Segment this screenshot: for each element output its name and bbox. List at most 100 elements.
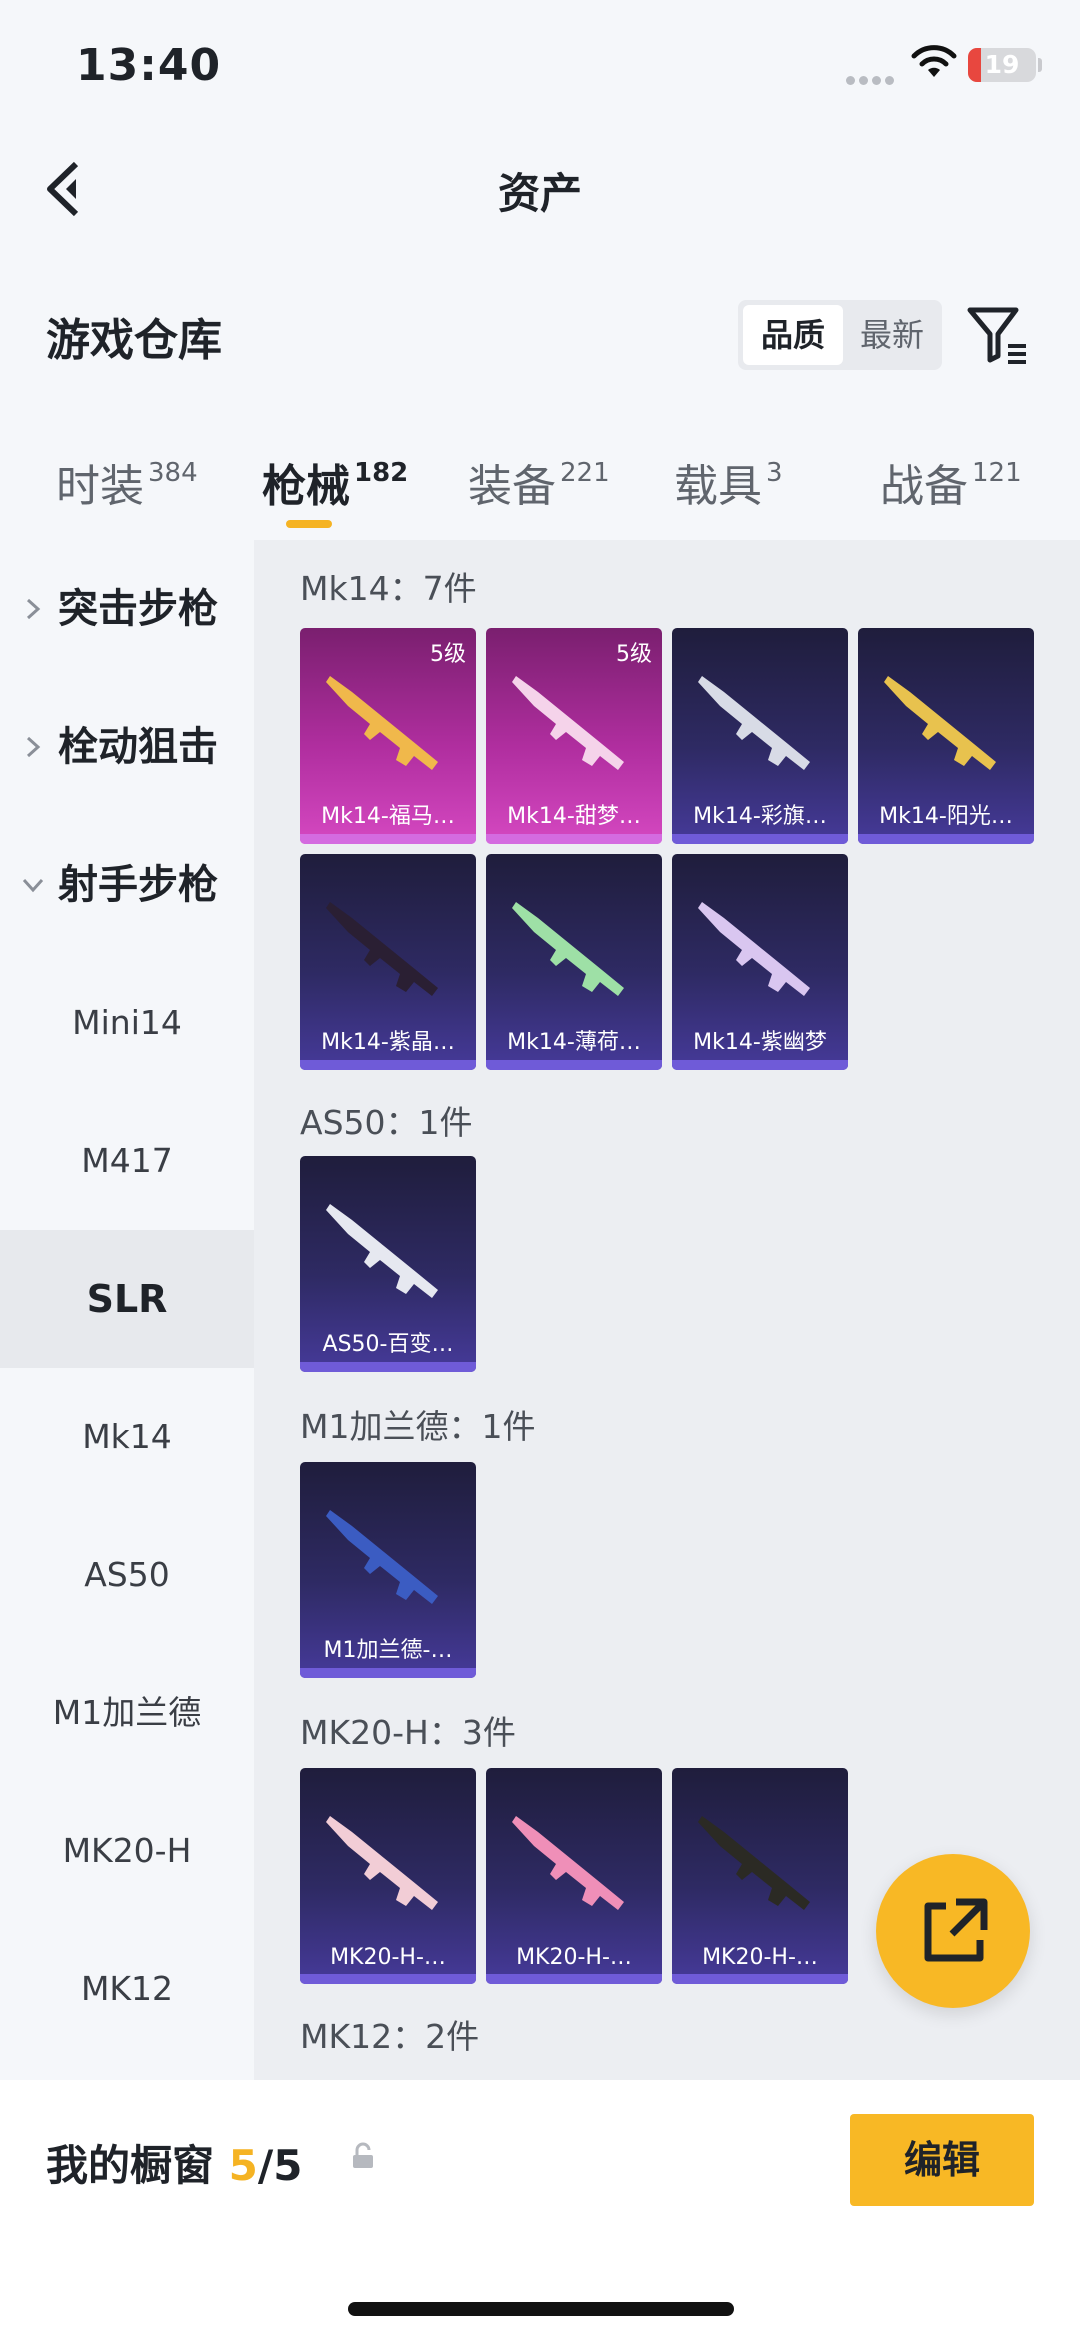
rifle-icon (698, 1816, 810, 1910)
tab-label: 枪械 (262, 461, 350, 512)
group-title-mk14: Mk14：7件 (300, 569, 477, 608)
rifle-icon (512, 676, 624, 770)
chevron-right-icon (26, 736, 41, 758)
showcase-bar: 我的橱窗 5/5 编辑 (0, 2080, 1080, 2339)
warehouse-header: 游戏仓库 品质 最新 (0, 250, 1080, 420)
sidebar-item-label: MK12 (80, 1969, 174, 2008)
skin-card[interactable]: Mk14-薄荷… (486, 854, 662, 1070)
tab-count: 121 (972, 458, 1022, 488)
status-bar: 13:40 19 (0, 0, 1080, 130)
sidebar-item-label: M1加兰德 (52, 1693, 202, 1732)
tab-count: 3 (766, 458, 783, 488)
sidebar-item-slr[interactable]: SLR (0, 1230, 254, 1368)
card-name: M1加兰德-… (323, 1638, 453, 1663)
showcase-total: /5 (257, 2141, 303, 2190)
card-name: Mk14-甜梦… (507, 804, 641, 829)
battery-level: 19 (984, 50, 1020, 79)
tab-label: 战备 (880, 461, 968, 512)
sidebar-item-label: AS50 (84, 1555, 170, 1594)
filter-icon[interactable] (966, 304, 1030, 366)
sidebar-group-label: 射手步枪 (58, 862, 218, 908)
skin-card[interactable]: Mk14-阳光… (858, 628, 1034, 844)
card-name: MK20-H-… (330, 1945, 446, 1970)
share-icon (924, 1898, 988, 1962)
card-name: Mk14-彩旗… (693, 804, 827, 829)
lock-icon (353, 2142, 373, 2168)
sidebar-item-m417[interactable]: M417 (0, 1092, 254, 1230)
rifle-icon (512, 902, 624, 996)
wifi-icon (911, 45, 957, 77)
skin-card[interactable]: MK20-H-… (672, 1768, 848, 1984)
showcase-count: 5 (228, 2141, 258, 2190)
sidebar-item-m1-garand[interactable]: M1加兰德 (0, 1644, 254, 1782)
weapon-type-sidebar: 突击步枪 栓动狙击 射手步枪 Mini14 M417 SLR Mk14 AS50… (0, 540, 254, 2080)
skin-card[interactable]: AS50-百变… (300, 1156, 476, 1372)
tab-count: 221 (560, 458, 610, 488)
tab-count: 384 (148, 458, 198, 488)
skin-card[interactable]: 5级 Mk14-甜梦… (486, 628, 662, 844)
showcase-label: 我的橱窗 (46, 2141, 215, 2190)
card-name: Mk14-薄荷… (507, 1030, 641, 1055)
sidebar-group-marksman[interactable]: 射手步枪 (0, 816, 254, 954)
tab-vehicles[interactable]: 载具 3 (674, 450, 783, 514)
sidebar-item-mk12[interactable]: MK12 (0, 1920, 254, 2058)
showcase-title: 我的橱窗 5/5 (46, 2132, 302, 2193)
card-name: Mk14-紫幽梦 (693, 1030, 827, 1055)
sort-toggle: 品质 最新 (738, 300, 942, 370)
rifle-icon (884, 676, 996, 770)
tab-fashion[interactable]: 时装 384 (56, 450, 198, 514)
sidebar-item-mk14[interactable]: Mk14 (0, 1368, 254, 1506)
skin-card[interactable]: MK20-H-… (486, 1768, 662, 1984)
page-title: 资产 (497, 169, 582, 218)
card-name: Mk14-福马… (321, 804, 455, 829)
card-name: AS50-百变… (322, 1332, 454, 1357)
tab-count: 182 (354, 458, 409, 488)
card-name: Mk14-紫晶… (321, 1030, 455, 1055)
sidebar-item-mk20-h[interactable]: MK20-H (0, 1782, 254, 1920)
tab-label: 装备 (468, 461, 556, 512)
tab-equipment[interactable]: 装备 221 (468, 450, 610, 514)
skin-card[interactable]: M1加兰德-… (300, 1462, 476, 1678)
group-title-mk20-h: MK20-H：3件 (300, 1713, 516, 1752)
skin-card[interactable]: Mk14-紫幽梦 (672, 854, 848, 1070)
sidebar-item-as50[interactable]: AS50 (0, 1506, 254, 1644)
sidebar-group-bolt-sniper[interactable]: 栓动狙击 (0, 678, 254, 816)
rifle-icon (326, 1510, 438, 1604)
tab-firearms[interactable]: 枪械 182 (262, 450, 408, 514)
sidebar-group-assault-rifle[interactable]: 突击步枪 (0, 540, 254, 678)
rifle-icon (698, 676, 810, 770)
status-time: 13:40 (76, 40, 222, 91)
tab-tactical[interactable]: 战备 121 (880, 450, 1022, 514)
sidebar-item-mini14[interactable]: Mini14 (0, 954, 254, 1092)
skin-card[interactable]: Mk14-彩旗… (672, 628, 848, 844)
rifle-icon (326, 676, 438, 770)
skin-card[interactable]: 5级 Mk14-福马… (300, 628, 476, 844)
edit-button[interactable]: 编辑 (850, 2114, 1034, 2206)
warehouse-title: 游戏仓库 (46, 315, 222, 366)
rifle-icon (326, 1204, 438, 1298)
sidebar-item-label: MK20-H (62, 1831, 192, 1870)
tab-label: 时装 (56, 461, 144, 512)
weapon-skin-list[interactable]: Mk14：7件 5级 Mk14-福马… 5级 Mk14-甜梦… Mk14-彩旗…… (254, 540, 1080, 2080)
sidebar-item-label: SLR (86, 1277, 168, 1321)
share-button[interactable] (876, 1854, 1030, 2008)
sort-by-newest-button[interactable]: 最新 (846, 305, 938, 365)
skin-card[interactable]: MK20-H-… (300, 1768, 476, 1984)
rifle-icon (512, 1816, 624, 1910)
sidebar-group-label: 栓动狙击 (58, 724, 218, 770)
sidebar-item-label: Mini14 (72, 1003, 182, 1042)
category-tabs: 时装 384 枪械 182 装备 221 载具 3 战备 121 (0, 420, 1080, 540)
rifle-icon (326, 902, 438, 996)
nav-bar: 资产 (0, 130, 1080, 250)
group-title-m1-garand: M1加兰德：1件 (300, 1407, 536, 1446)
home-indicator (348, 2302, 734, 2316)
skin-card[interactable]: Mk14-紫晶… (300, 854, 476, 1070)
sidebar-group-label: 突击步枪 (58, 586, 218, 632)
card-name: Mk14-阳光… (879, 804, 1013, 829)
rifle-icon (326, 1816, 438, 1910)
card-name: MK20-H-… (516, 1945, 632, 1970)
chevron-right-icon (26, 598, 41, 620)
signal-dots-icon (846, 70, 902, 85)
sort-by-quality-button[interactable]: 品质 (743, 305, 843, 365)
battery-icon: 19 (968, 48, 1036, 82)
